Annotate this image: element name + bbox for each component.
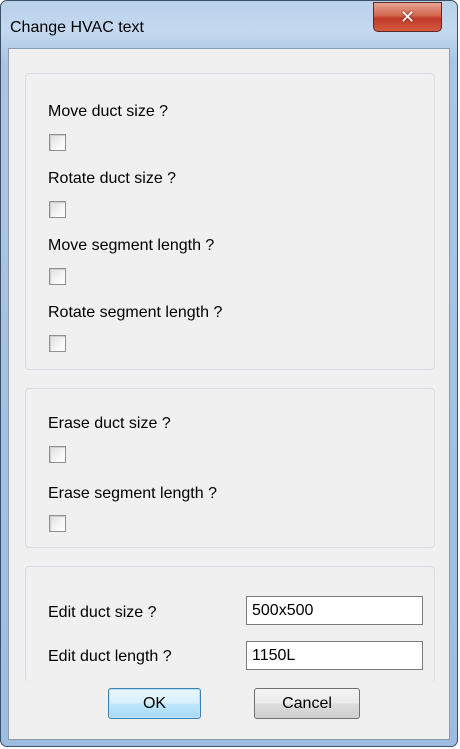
window-title: Change HVAC text [10,19,144,36]
move-duct-size-label: Move duct size ? [48,103,169,120]
close-icon: ✕ [399,6,416,27]
erase-duct-size-checkbox[interactable] [49,446,66,463]
close-button[interactable]: ✕ [373,2,442,32]
edit-duct-size-label: Edit duct size ? [48,604,157,621]
title-bar[interactable]: Change HVAC text ✕ [1,1,457,51]
erase-group [25,388,435,548]
erase-segment-length-checkbox[interactable] [49,515,66,532]
edit-duct-length-input[interactable] [246,641,423,670]
rotate-duct-size-label: Rotate duct size ? [48,170,177,187]
ok-button[interactable]: OK [108,688,201,719]
ok-button-label: OK [142,694,167,712]
edit-duct-length-label: Edit duct length ? [48,648,172,665]
move-segment-length-checkbox[interactable] [49,268,66,285]
edit-duct-size-input[interactable] [246,596,423,625]
move-segment-length-label: Move segment length ? [48,237,215,254]
erase-duct-size-label: Erase duct size ? [48,415,171,432]
rotate-duct-size-checkbox[interactable] [49,201,66,218]
move-duct-size-checkbox[interactable] [49,134,66,151]
rotate-segment-length-checkbox[interactable] [49,335,66,352]
cancel-button-label: Cancel [282,694,332,712]
rotate-segment-length-label: Rotate segment length ? [48,304,223,321]
erase-segment-length-label: Erase segment length ? [48,485,217,502]
cancel-button[interactable]: Cancel [254,688,360,719]
